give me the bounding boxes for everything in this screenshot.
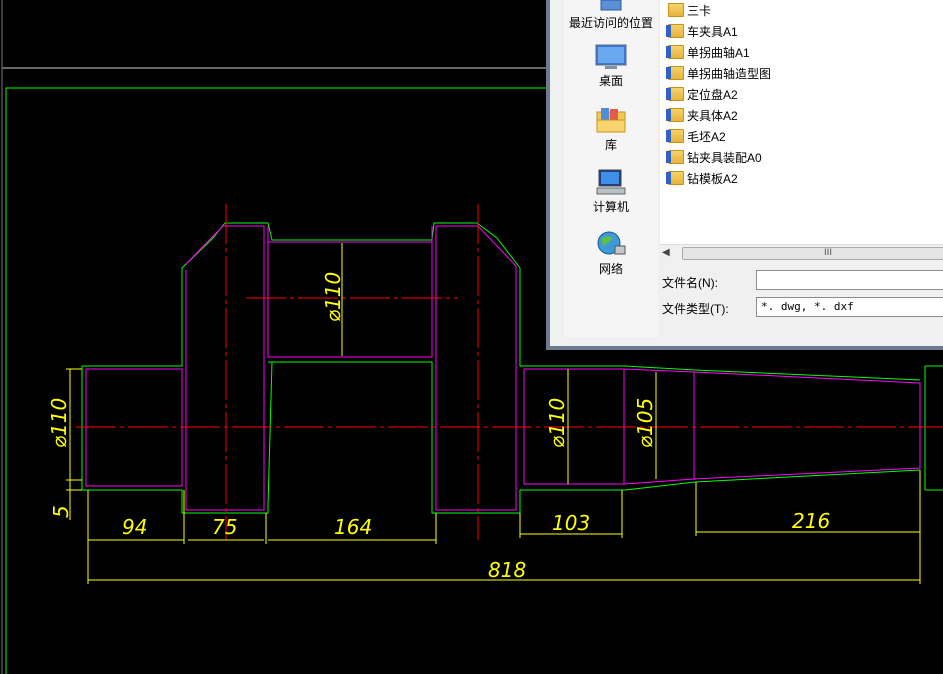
- file-item[interactable]: 夹具体A2: [666, 106, 738, 126]
- dwg-file-icon: [666, 87, 684, 101]
- file-item[interactable]: 单拐曲轴A1: [666, 43, 750, 63]
- file-item[interactable]: 钻模板A2: [666, 169, 738, 189]
- place-computer[interactable]: 计算机: [564, 168, 658, 215]
- place-label: 网络: [598, 262, 623, 276]
- dim-length-818: 818: [488, 558, 526, 582]
- dwg-file-icon: [666, 66, 684, 80]
- dim-offset-5: 5: [49, 505, 73, 518]
- drawing-frame: [5, 87, 560, 674]
- library-icon: [596, 108, 626, 133]
- file-name: 定位盘A2: [687, 88, 738, 102]
- filename-input[interactable]: [756, 270, 943, 290]
- dwg-file-icon: [666, 108, 684, 122]
- dim-length-94: 94: [122, 515, 147, 539]
- computer-icon: [596, 169, 626, 195]
- file-name: 单拐曲轴造型图: [687, 67, 772, 81]
- dim-length-164: 164: [334, 515, 372, 539]
- scroll-left-icon[interactable]: ◀: [662, 247, 670, 258]
- dwg-file-icon: [666, 150, 684, 164]
- place-label: 桌面: [598, 74, 623, 88]
- recent-places-icon: [600, 0, 622, 11]
- place-library[interactable]: 库: [564, 106, 658, 153]
- file-item[interactable]: 三卡: [668, 1, 711, 21]
- filename-label: 文件名(N):: [662, 276, 718, 290]
- dim-length-103: 103: [552, 511, 590, 535]
- place-recent[interactable]: 最近访问的位置: [564, 0, 658, 31]
- file-name: 毛坯A2: [687, 130, 726, 144]
- filetype-select[interactable]: *. dwg, *. dxf: [756, 297, 943, 317]
- dwg-file-icon: [666, 45, 684, 59]
- horizontal-scrollbar[interactable]: ◀ III: [660, 244, 943, 261]
- dwg-file-icon: [666, 129, 684, 143]
- dim-diameter-right-journal: ⌀110: [545, 398, 569, 448]
- place-label: 最近访问的位置: [568, 16, 653, 30]
- file-name: 车夹具A1: [687, 25, 738, 39]
- file-name: 钻模板A2: [687, 172, 738, 186]
- scroll-thumb[interactable]: III: [682, 247, 943, 260]
- open-file-dialog: 最近访问的位置 桌面 库 计算机 网络 三卡 车夹具A1 单拐曲轴A1 单拐曲轴…: [546, 0, 943, 350]
- dwg-file-icon: [666, 24, 684, 38]
- place-label: 库: [604, 138, 617, 152]
- dim-diameter-taper: ⌀105: [633, 398, 657, 448]
- desktop-icon: [595, 44, 627, 69]
- dwg-file-icon: [666, 171, 684, 185]
- file-name: 单拐曲轴A1: [687, 46, 750, 60]
- file-name: 夹具体A2: [687, 109, 738, 123]
- dim-diameter-crankpin: ⌀110: [321, 272, 345, 322]
- file-item[interactable]: 毛坯A2: [666, 127, 726, 147]
- place-network[interactable]: 网络: [564, 230, 658, 277]
- network-icon: [597, 231, 626, 255]
- dim-length-216: 216: [792, 509, 830, 533]
- file-item[interactable]: 定位盘A2: [666, 85, 738, 105]
- file-list[interactable]: 三卡 车夹具A1 单拐曲轴A1 单拐曲轴造型图 定位盘A2 夹具体A2 毛坯A2…: [660, 0, 943, 244]
- dim-length-75: 75: [212, 515, 237, 539]
- folder-icon: [668, 3, 684, 17]
- place-desktop[interactable]: 桌面: [564, 44, 658, 89]
- file-name: 三卡: [687, 4, 712, 18]
- file-item[interactable]: 车夹具A1: [666, 22, 738, 42]
- dim-diameter-left-journal: ⌀110: [47, 398, 71, 448]
- file-item[interactable]: 单拐曲轴造型图: [666, 64, 772, 84]
- file-item[interactable]: 钻夹具装配A0: [666, 148, 762, 168]
- filetype-label: 文件类型(T):: [662, 302, 729, 316]
- file-name: 钻夹具装配A0: [687, 151, 762, 165]
- place-label: 计算机: [592, 200, 629, 214]
- places-bar: 最近访问的位置 桌面 库 计算机 网络: [564, 0, 658, 337]
